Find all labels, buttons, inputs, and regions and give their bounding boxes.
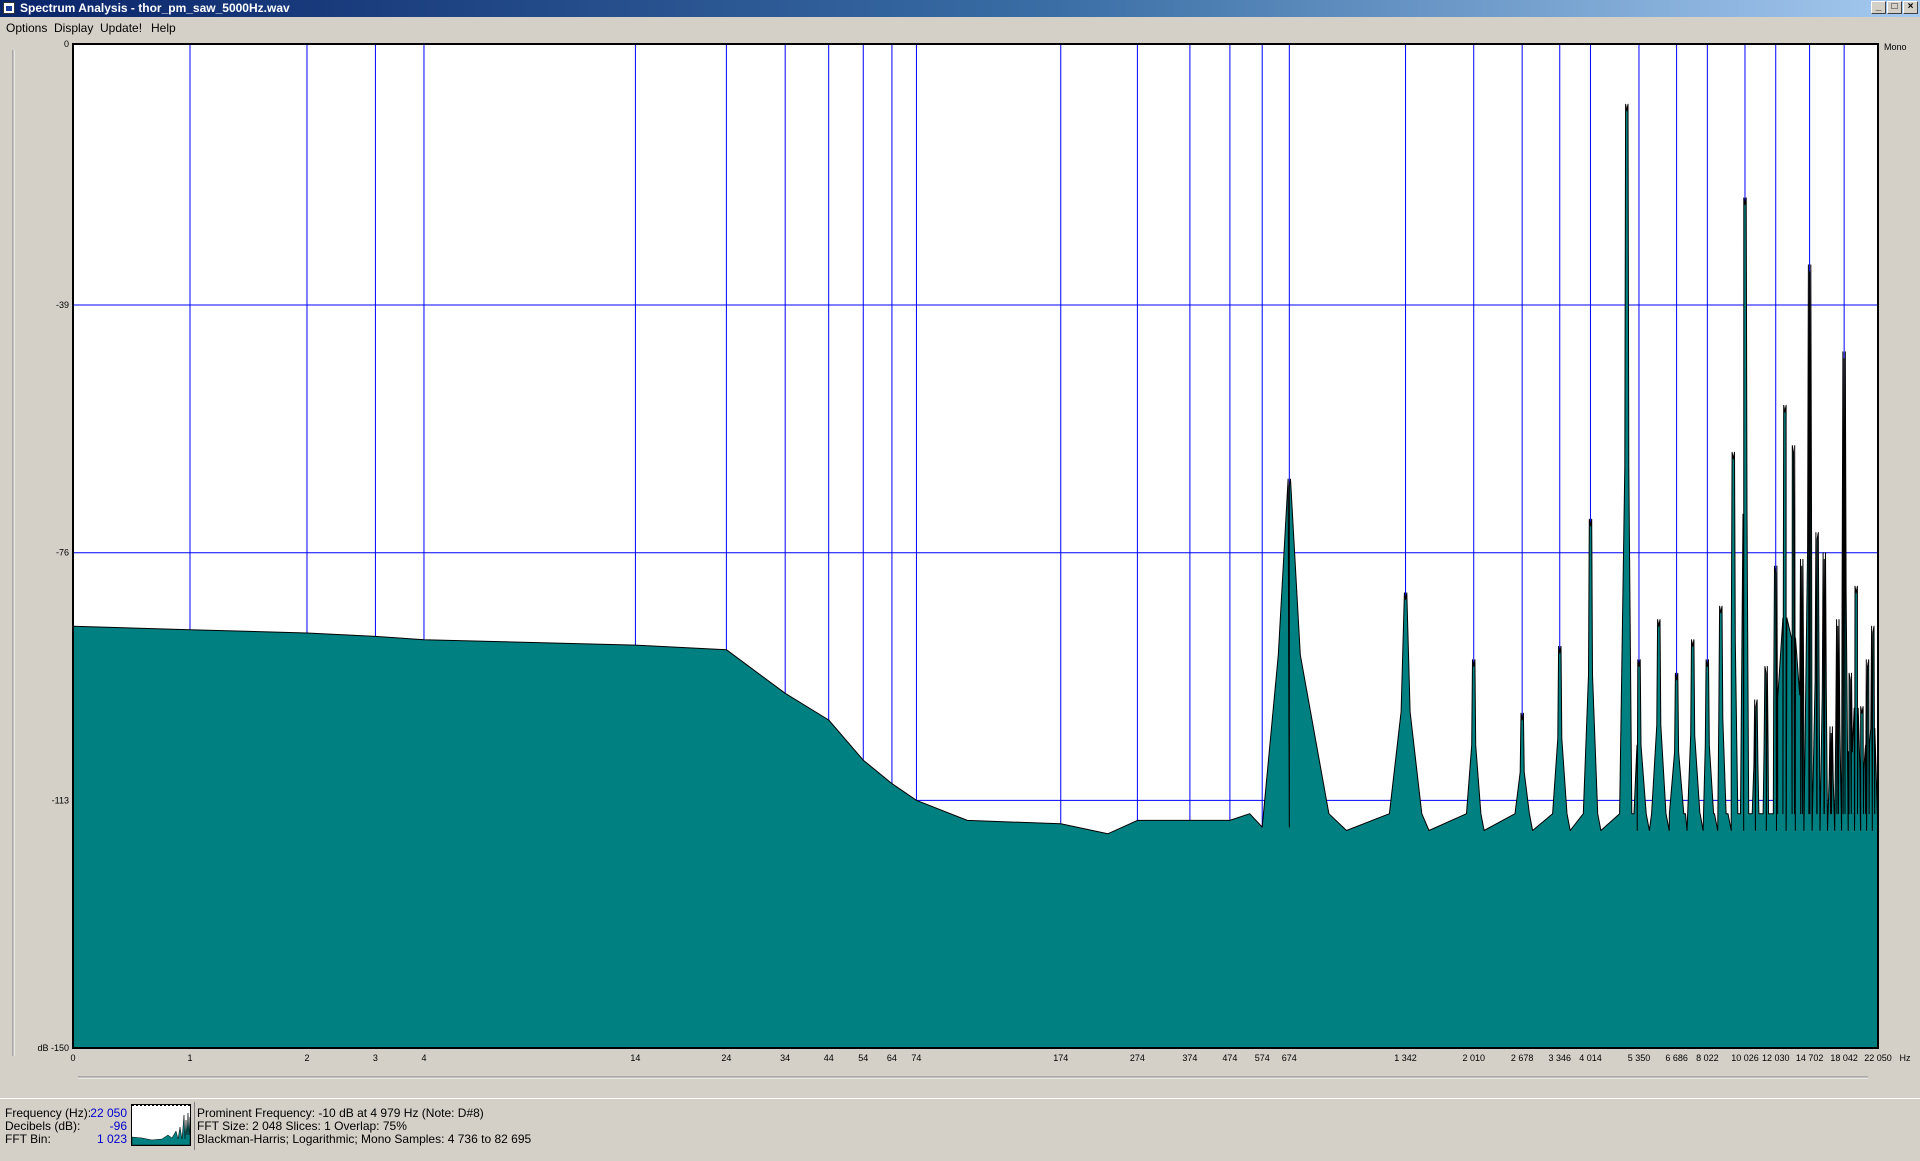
x-tick-label: 14 702 <box>1796 1053 1824 1063</box>
window-settings: Blackman-Harris; Logarithmic; Mono Sampl… <box>197 1132 532 1146</box>
y-tick-label: 0 <box>64 39 69 49</box>
x-tick-label: 5 350 <box>1628 1053 1651 1063</box>
minimize-button[interactable]: _ <box>1871 1 1886 14</box>
x-tick-label: 24 <box>721 1053 731 1063</box>
x-tick-label: 574 <box>1255 1053 1270 1063</box>
x-tick-label: 374 <box>1182 1053 1197 1063</box>
menu-bar: Options Display Update! Help <box>0 17 1920 36</box>
window-title: Spectrum Analysis - thor_pm_saw_5000Hz.w… <box>20 1 290 15</box>
app-icon <box>3 2 15 14</box>
x-tick-label: 474 <box>1222 1053 1237 1063</box>
x-tick-label: 4 014 <box>1579 1053 1602 1063</box>
x-tick-label: 44 <box>824 1053 834 1063</box>
x-tick-label: 174 <box>1053 1053 1068 1063</box>
thumbnail-graph <box>132 1105 190 1145</box>
y-tick-label: -76 <box>56 548 69 558</box>
status-separator <box>194 1102 195 1150</box>
x-tick-label: 22 050 <box>1864 1053 1892 1063</box>
x-tick-label: 2 678 <box>1511 1053 1534 1063</box>
x-tick-label: 12 030 <box>1762 1053 1790 1063</box>
y-tick-label: -113 <box>52 795 69 805</box>
x-tick-label: 2 010 <box>1462 1053 1485 1063</box>
analysis-info: Prominent Frequency: -10 dB at 4 979 Hz … <box>197 1107 531 1146</box>
title-bar: Spectrum Analysis - thor_pm_saw_5000Hz.w… <box>0 0 1920 17</box>
x-tick-label: 3 <box>373 1053 378 1063</box>
y-tick-label: -39 <box>56 300 69 310</box>
x-tick-label: 8 022 <box>1696 1053 1719 1063</box>
x-tick-label: 274 <box>1130 1053 1145 1063</box>
x-tick-label: 1 <box>187 1053 192 1063</box>
spectrum-chart-area: 0 1 2 3 4 14 24 34 44 54 64 74 174 274 374 474 574 674 1 3… <box>0 36 1920 1096</box>
x-tick-label: 2 <box>304 1053 309 1063</box>
menu-display[interactable]: Display <box>54 21 93 35</box>
x-tick-label: 4 <box>421 1053 426 1063</box>
x-tick-label: 674 <box>1282 1053 1297 1063</box>
x-tick-label: 1 342 <box>1394 1053 1417 1063</box>
channel-label: Mono <box>1884 42 1907 52</box>
x-tick-label: 18 042 <box>1830 1053 1858 1063</box>
spectrum-thumbnail[interactable] <box>131 1104 191 1146</box>
status-bar: Frequency (Hz): Decibels (dB): FFT Bin: … <box>0 1098 1920 1161</box>
y-tick-label: dB -150 <box>37 1043 69 1053</box>
x-tick-label: 74 <box>911 1053 921 1063</box>
status-values: 22 050 -96 1 023 <box>70 1107 127 1146</box>
x-tick-label: 54 <box>858 1053 868 1063</box>
menu-update[interactable]: Update! <box>100 21 142 35</box>
x-tick-label: 14 <box>630 1053 640 1063</box>
x-tick-label: 3 346 <box>1548 1053 1571 1063</box>
menu-options[interactable]: Options <box>6 21 47 35</box>
close-button[interactable]: × <box>1903 1 1918 14</box>
menu-help[interactable]: Help <box>151 21 176 35</box>
x-tick-label: 0 <box>70 1053 75 1063</box>
x-tick-label: 6 686 <box>1665 1053 1688 1063</box>
spectrum-chart[interactable]: 0 1 2 3 4 14 24 34 44 54 64 74 174 274 374 474 574 674 1 3… <box>0 36 1920 1096</box>
x-tick-label: 64 <box>887 1053 897 1063</box>
restore-button[interactable]: □ <box>1887 1 1902 14</box>
x-unit-label: Hz <box>1900 1053 1911 1063</box>
fft-bin-value: 1 023 <box>96 1132 127 1146</box>
x-tick-label: 10 026 <box>1731 1053 1759 1063</box>
x-tick-label: 34 <box>780 1053 790 1063</box>
